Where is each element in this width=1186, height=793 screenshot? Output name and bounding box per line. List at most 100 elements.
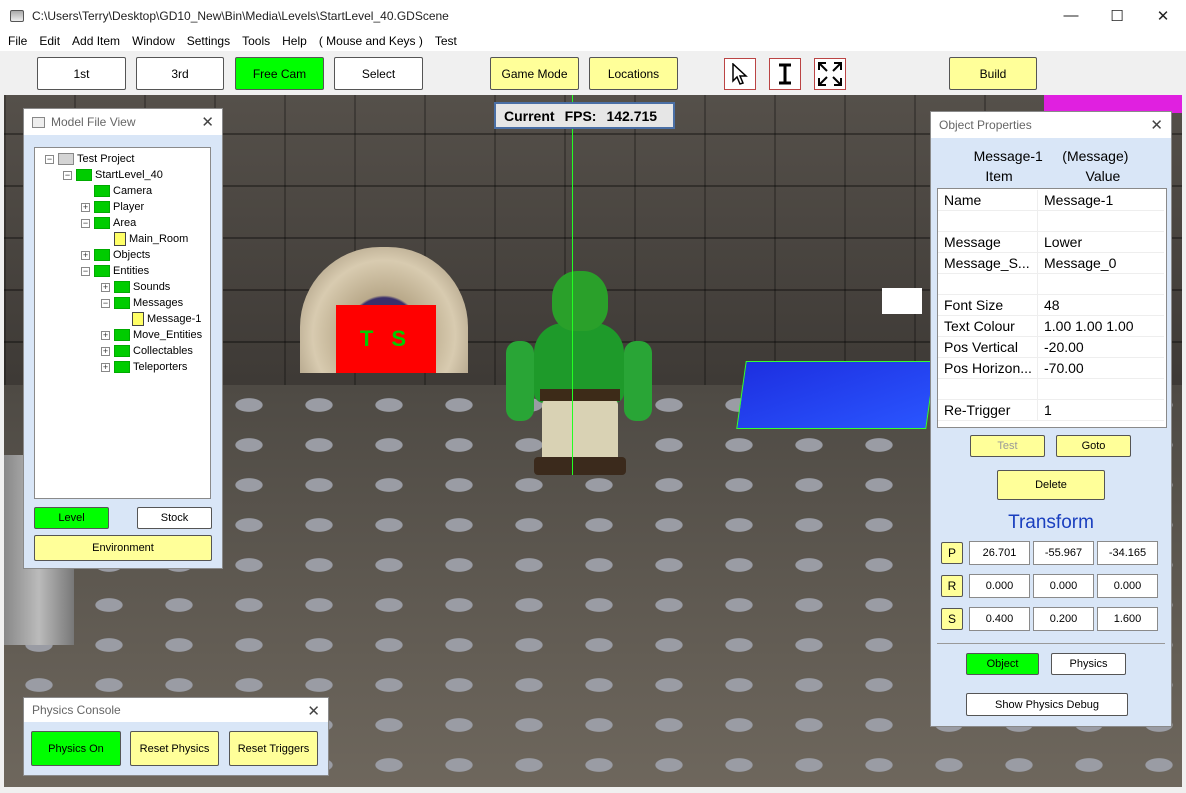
tree-item[interactable]: + Objects [81,247,150,263]
expand-icon[interactable]: + [101,282,110,292]
first-person-button[interactable]: 1st [37,57,126,90]
physics-on-button[interactable]: Physics On [31,731,121,766]
expand-icon[interactable]: + [101,346,110,356]
stock-button[interactable]: Stock [137,507,212,529]
position-label[interactable]: P [941,542,963,564]
scale-label[interactable]: S [941,608,963,630]
property-row[interactable]: Font Size 48 [938,295,1164,316]
property-row[interactable]: Name Message-1 [938,190,1164,211]
property-row[interactable] [938,274,1164,295]
show-physics-debug-button[interactable]: Show Physics Debug [966,693,1128,716]
menu-add-item[interactable]: Add Item [66,34,126,48]
scale-y-field[interactable]: 0.200 [1033,607,1094,631]
menu-settings[interactable]: Settings [181,34,236,48]
goto-button[interactable]: Goto [1056,435,1131,457]
game-mode-button[interactable]: Game Mode [490,57,579,90]
expand-icon[interactable]: + [101,362,110,372]
rotation-x-field[interactable]: 0.000 [969,574,1030,598]
fullscreen-button[interactable] [814,58,846,90]
menu-edit[interactable]: Edit [33,34,66,48]
property-row[interactable]: Text Colour 1.00 1.00 1.00 [938,316,1164,337]
tree-item[interactable]: − Entities [81,263,149,279]
property-row[interactable]: Message Lower [938,232,1164,253]
close-icon[interactable]: ✕ [307,702,320,720]
build-button[interactable]: Build [949,57,1037,90]
property-row[interactable]: Pos Vertical -20.00 [938,337,1164,358]
tree-item[interactable]: Main_Room [101,231,188,247]
property-value[interactable]: Message-1 [1038,192,1164,208]
menu-window[interactable]: Window [126,34,181,48]
property-value[interactable]: 1 [1038,402,1164,418]
third-person-button[interactable]: 3rd [136,57,224,90]
tree-item-label: Collectables [133,345,193,357]
position-z-field[interactable]: -34.165 [1097,541,1158,565]
menu-mouse-and-keys[interactable]: ( Mouse and Keys ) [313,34,429,48]
reset-physics-button[interactable]: Reset Physics [130,731,219,766]
property-row[interactable]: Message_S... Message_0 [938,253,1164,274]
tree-item[interactable]: + Teleporters [101,359,187,375]
property-row[interactable]: Pos Horizon... -70.00 [938,358,1164,379]
tree-item[interactable]: + Move_Entities [101,327,202,343]
property-value[interactable]: 48 [1038,297,1164,313]
tree-item-label: Area [113,217,137,229]
collapse-icon[interactable]: − [81,266,90,276]
tree-item[interactable]: − StartLevel_40 [63,167,163,183]
environment-button[interactable]: Environment [34,535,212,561]
object-tab-button[interactable]: Object [966,653,1039,675]
rotation-y-field[interactable]: 0.000 [1033,574,1094,598]
tree-item[interactable]: − Area [81,215,136,231]
position-x-field[interactable]: 26.701 [969,541,1030,565]
close-window-button[interactable]: ✕ [1140,0,1186,31]
scale-x-field[interactable]: 0.400 [969,607,1030,631]
rotation-label[interactable]: R [941,575,963,597]
tree-item[interactable]: + Player [81,199,144,215]
maximize-button[interactable]: ☐ [1094,0,1140,31]
physics-tab-button[interactable]: Physics [1051,653,1126,675]
tree-item[interactable]: Camera [81,183,152,199]
level-button[interactable]: Level [34,507,109,529]
scale-z-field[interactable]: 1.600 [1097,607,1158,631]
property-row[interactable] [938,379,1164,400]
close-icon[interactable]: ✕ [1150,116,1163,134]
collapse-icon[interactable]: − [63,170,72,180]
project-tree[interactable]: − Test Project − StartLevel_40 Camera + Player… [34,147,211,499]
test-button[interactable]: Test [970,435,1045,457]
position-y-field[interactable]: -55.967 [1033,541,1094,565]
tree-item[interactable]: − Messages [101,295,183,311]
property-value[interactable]: -70.00 [1038,360,1164,376]
reset-triggers-button[interactable]: Reset Triggers [229,731,318,766]
object-properties-titlebar[interactable]: Object Properties ✕ [931,112,1171,138]
expand-icon[interactable]: + [81,202,90,212]
property-value[interactable]: Message_0 [1038,255,1164,271]
menu-help[interactable]: Help [276,34,313,48]
property-row[interactable]: Re-Trigger 1 [938,400,1164,421]
physics-console-titlebar[interactable]: Physics Console ✕ [24,698,328,722]
minimize-button[interactable]: — [1048,0,1094,31]
collapse-icon[interactable]: − [101,298,110,308]
select-button[interactable]: Select [334,57,423,90]
collapse-icon[interactable]: − [45,154,54,164]
property-value[interactable]: 1.00 1.00 1.00 [1038,318,1164,334]
expand-icon[interactable]: + [81,250,90,260]
model-file-view-titlebar[interactable]: Model File View ✕ [24,109,222,135]
property-row[interactable] [938,211,1164,232]
text-tool-button[interactable] [769,58,801,90]
collapse-icon[interactable]: − [81,218,90,228]
tree-item[interactable]: + Collectables [101,343,193,359]
close-icon[interactable]: ✕ [201,113,214,131]
rotation-z-field[interactable]: 0.000 [1097,574,1158,598]
menu-tools[interactable]: Tools [236,34,276,48]
tree-item[interactable]: Message-1 [119,311,201,327]
locations-button[interactable]: Locations [589,57,678,90]
property-value[interactable]: -20.00 [1038,339,1164,355]
menu-file[interactable]: File [2,34,33,48]
pointer-tool-button[interactable] [724,58,756,90]
tree-item[interactable]: − Test Project [45,151,134,167]
free-cam-button[interactable]: Free Cam [235,57,324,90]
delete-button[interactable]: Delete [997,470,1105,500]
expand-icon[interactable]: + [101,330,110,340]
properties-table[interactable]: Name Message-1 Message Lower Message_S... Mes… [937,188,1167,428]
menu-test[interactable]: Test [429,34,463,48]
tree-item[interactable]: + Sounds [101,279,170,295]
property-value[interactable]: Lower [1038,234,1164,250]
